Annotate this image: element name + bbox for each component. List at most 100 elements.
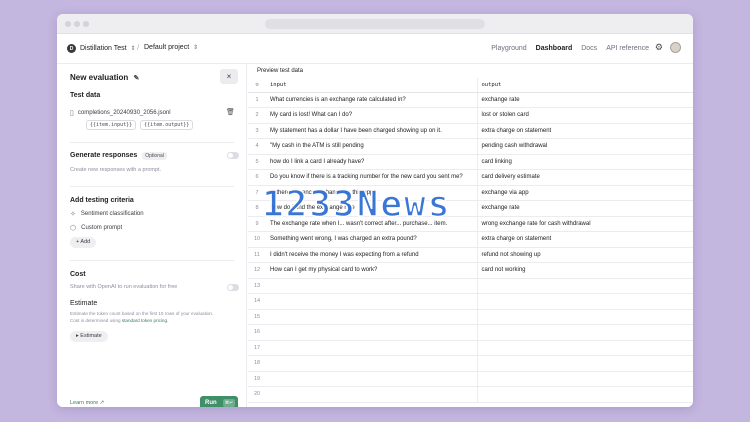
table-row[interactable]: 19 (248, 371, 693, 387)
input-cell: My statement has a dollar I have been ch… (266, 123, 478, 139)
divider (70, 142, 234, 143)
criterion-row[interactable]: ✧ Sentiment classification (70, 210, 144, 218)
token-pricing-link[interactable]: standard token pricing. (122, 318, 168, 323)
table-row[interactable]: 4 "My cash in the ATM is still pending pen… (248, 138, 693, 155)
table-row[interactable]: 11 I didn't receive the money I was expec… (248, 247, 693, 263)
preview-label: Preview test data (257, 68, 304, 74)
row-number: 19 (248, 371, 266, 387)
file-name: completions_20240930_2056.jsonl (77, 110, 171, 116)
table-row[interactable]: 18 (248, 355, 693, 372)
row-number: 1 (248, 92, 266, 108)
input-cell (266, 340, 478, 356)
window-dot (65, 21, 71, 27)
row-number: 11 (248, 247, 266, 263)
project-switcher[interactable]: Default project ⇕ (144, 44, 198, 51)
generate-toggle[interactable] (227, 152, 239, 159)
top-navigation: D Distillation Test ⇕ / Default project … (57, 34, 693, 64)
estimate-heading: Estimate (70, 300, 98, 307)
org-switcher[interactable]: D Distillation Test ⇕ (67, 44, 136, 53)
watermark: 1233News (261, 183, 452, 226)
output-cell (477, 293, 693, 310)
generate-heading-row: Generate responses Optional (70, 152, 167, 160)
table-header-row: ⚙ input output (248, 78, 693, 93)
add-criteria-button[interactable]: + Add (70, 237, 97, 248)
breadcrumb-separator: / (137, 43, 140, 52)
run-label: Run (205, 400, 217, 406)
input-cell: "My cash in the ATM is still pending (266, 138, 478, 155)
run-button[interactable]: Run ⌘↵ (200, 396, 238, 407)
tag-output: {{item.output}} (140, 120, 194, 130)
divider (70, 260, 234, 261)
trash-icon[interactable]: 🗑 (226, 108, 235, 116)
evaluation-panel: New evaluation ✎ × Test data ▯ completio… (57, 64, 247, 407)
output-cell: exchange rate (477, 92, 693, 108)
row-number: 6 (248, 169, 266, 186)
table-row[interactable]: 13 (248, 278, 693, 294)
test-data-heading: Test data (70, 92, 101, 99)
output-cell: card not working (477, 262, 693, 279)
settings-icon[interactable]: ⚙ (248, 78, 266, 93)
generate-heading: Generate responses (70, 152, 138, 159)
nav-link-dashboard[interactable]: Dashboard (536, 45, 573, 52)
input-cell (266, 371, 478, 387)
window-dot (83, 21, 89, 27)
sub-project-name: Default project (144, 44, 190, 51)
user-avatar[interactable] (670, 42, 681, 53)
table-row[interactable]: 3 My statement has a dollar I have been c… (248, 123, 693, 139)
nav-link-api-reference[interactable]: API reference (606, 45, 649, 52)
panel-title-row: New evaluation ✎ (70, 73, 139, 82)
preview-table: ⚙ input output 1 What currencies is an ex… (248, 78, 693, 403)
table-row[interactable]: 1 What currencies is an exchange rate cal… (248, 92, 693, 108)
gear-icon[interactable]: ⚙ (655, 42, 663, 53)
criterion-label: Sentiment classification (80, 211, 144, 217)
run-shortcut: ⌘↵ (222, 399, 235, 407)
row-number: 10 (248, 231, 266, 248)
output-cell (477, 278, 693, 294)
input-cell: My card is lost! What can I do? (266, 107, 478, 124)
table-row[interactable]: 10 Something went wrong, I was charged an… (248, 231, 693, 248)
row-number: 4 (248, 138, 266, 155)
criterion-label: Custom prompt (81, 225, 123, 231)
divider (70, 186, 234, 187)
estimate-description-1: Estimate the token count based on the fi… (70, 311, 214, 316)
table-row[interactable]: 6 Do you know if there is a tracking numb… (248, 169, 693, 186)
table-row[interactable]: 14 (248, 293, 693, 310)
address-bar[interactable] (265, 19, 485, 29)
share-toggle[interactable] (227, 284, 239, 291)
nav-link-docs[interactable]: Docs (581, 45, 597, 52)
input-cell (266, 386, 478, 403)
table-row[interactable]: 17 (248, 340, 693, 356)
output-cell (477, 355, 693, 372)
row-number: 5 (248, 154, 266, 170)
row-number: 12 (248, 262, 266, 279)
output-cell: wrong exchange rate for cash withdrawal (477, 216, 693, 232)
optional-badge: Optional (142, 152, 167, 160)
row-number: 13 (248, 278, 266, 294)
row-number: 15 (248, 309, 266, 325)
window-dot (74, 21, 80, 27)
row-number: 3 (248, 123, 266, 139)
generate-description: Create new responses with a prompt. (70, 167, 162, 173)
cost-share-text: Share with OpenAI to run evaluation for … (70, 284, 178, 290)
table-row[interactable]: 5 how do I link a card I already have? car… (248, 154, 693, 170)
table-row[interactable]: 20 (248, 386, 693, 403)
nav-link-playground[interactable]: Playground (491, 45, 526, 52)
pencil-icon[interactable]: ✎ (133, 75, 139, 82)
input-cell: How can I get my physical card to work? (266, 262, 478, 279)
table-row[interactable]: 2 My card is lost! What can I do? lost or … (248, 107, 693, 124)
row-number: 18 (248, 355, 266, 372)
table-row[interactable]: 12 How can I get my physical card to work… (248, 262, 693, 279)
close-button[interactable]: × (220, 69, 238, 84)
input-cell: What currencies is an exchange rate calc… (266, 92, 478, 108)
output-cell: extra charge on statement (477, 123, 693, 139)
learn-more-link[interactable]: Learn more ↗ (70, 400, 104, 406)
cube-icon: ⬡ (70, 225, 77, 232)
table-row[interactable]: 16 (248, 324, 693, 341)
table-row[interactable]: 15 (248, 309, 693, 325)
input-cell: how do I link a card I already have? (266, 154, 478, 170)
chevron-updown-icon: ⇕ (193, 45, 199, 51)
output-cell: exchange via app (477, 185, 693, 201)
criterion-row[interactable]: ⬡ Custom prompt (70, 224, 122, 232)
estimate-button[interactable]: ▸ Estimate (70, 331, 108, 342)
panel-title: New evaluation (70, 73, 129, 82)
